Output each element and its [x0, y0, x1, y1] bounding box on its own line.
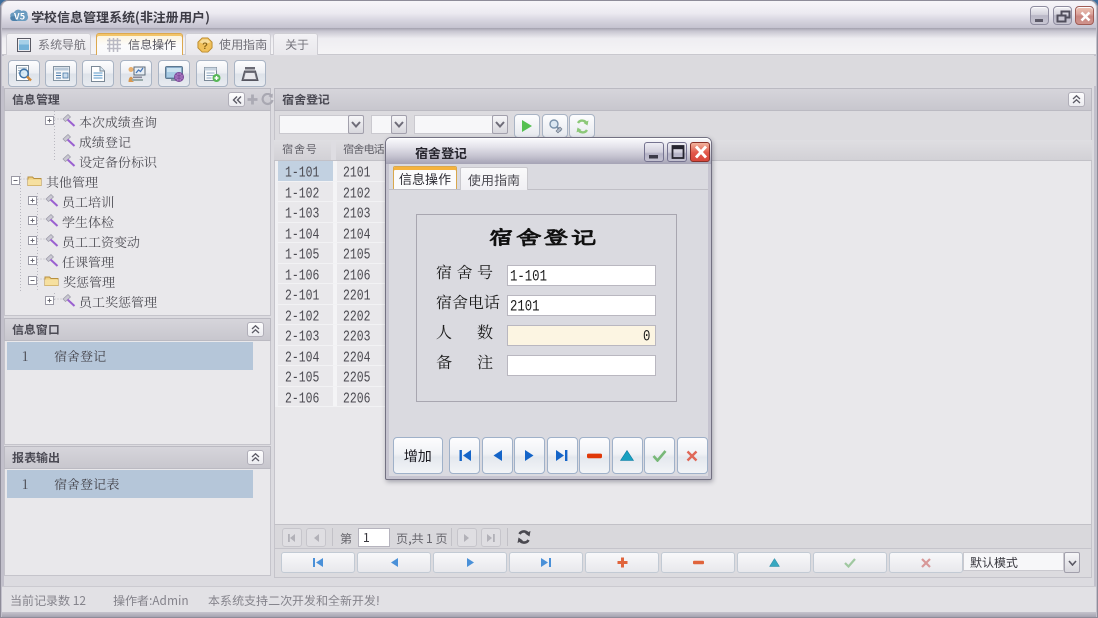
svg-text:?: ? — [202, 37, 208, 51]
svg-text:V5: V5 — [13, 10, 26, 23]
